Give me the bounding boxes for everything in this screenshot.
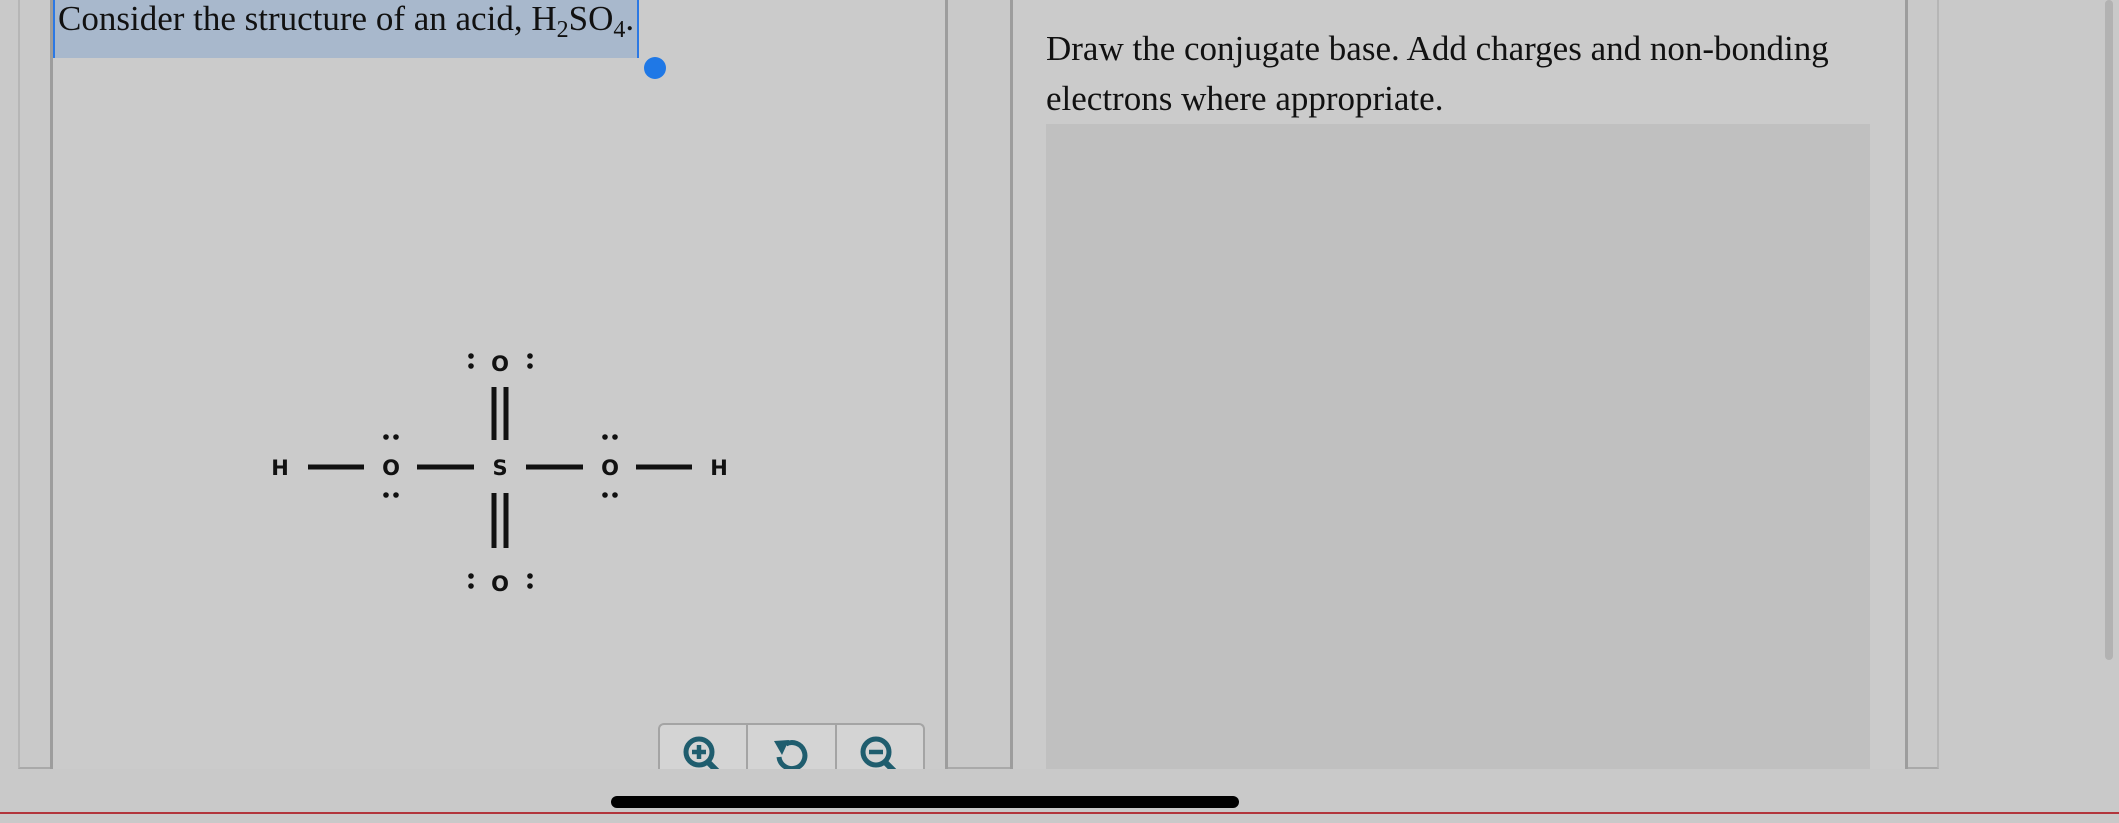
lone-pair-dot [612, 492, 618, 498]
question-text[interactable]: Consider the structure of an acid, H2SO4… [53, 0, 640, 58]
lone-pair-dot [468, 353, 474, 359]
question-suffix: . [625, 0, 635, 38]
atom-h-right: H [710, 456, 728, 480]
zoom-out-button[interactable] [837, 725, 923, 769]
zoom-out-icon [860, 736, 897, 769]
sulfuric-acid-structure: H O S O H O O [271, 352, 728, 596]
bottom-divider [0, 812, 2119, 814]
question-subscript-4: 4 [613, 17, 626, 43]
atom-h-left: H [271, 456, 289, 480]
lone-pair-dot [383, 492, 389, 498]
lone-pair-dot [602, 434, 608, 440]
lone-pair-dot [383, 434, 389, 440]
atom-o-top: O [491, 352, 509, 376]
lone-pair-dot [602, 492, 608, 498]
question-prefix: Consider the structure of an acid, H [58, 0, 557, 38]
zoom-in-icon [683, 736, 720, 769]
atom-o-left: O [382, 456, 400, 480]
instructions-text: Draw the conjugate base. Add charges and… [1046, 29, 1829, 118]
lone-pair-dot [468, 363, 474, 369]
scrollbar-thumb[interactable] [2105, 0, 2113, 660]
lone-pair-dot [612, 434, 618, 440]
atom-o-bottom: O [491, 572, 509, 596]
lone-pair-dot [527, 353, 533, 359]
home-indicator[interactable] [611, 796, 1239, 808]
atom-o-right: O [601, 456, 619, 480]
lone-pair-dot [468, 573, 474, 579]
reset-zoom-button[interactable] [748, 725, 837, 769]
lone-pair-dot [527, 573, 533, 579]
lone-pair-dot [468, 583, 474, 589]
reset-icon [774, 740, 808, 769]
lone-pair-dot [393, 434, 399, 440]
zoom-in-button[interactable] [660, 725, 749, 769]
question-subscript-2: 2 [556, 17, 569, 43]
question-middle: SO [568, 0, 614, 38]
lone-pair-dot [527, 363, 533, 369]
selection-handle[interactable] [644, 57, 666, 79]
lone-pair-dot [527, 583, 533, 589]
zoom-toolbar [658, 723, 925, 769]
drawing-canvas[interactable] [1046, 124, 1870, 769]
lone-pair-dot [393, 492, 399, 498]
atom-s: S [492, 456, 507, 480]
